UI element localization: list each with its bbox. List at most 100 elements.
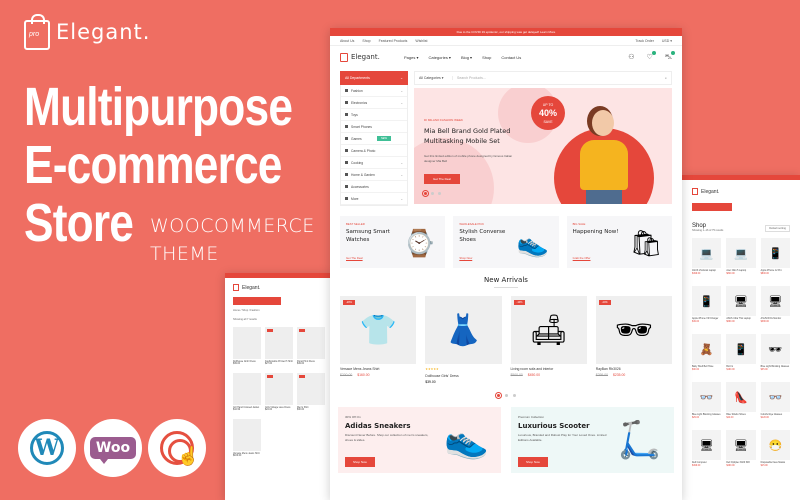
- product-image: [297, 327, 325, 359]
- sort-select[interactable]: Default sorting: [765, 225, 790, 232]
- product-card[interactable]: 👓 Colorful Eye Glasses $120.00: [760, 382, 790, 425]
- product-name[interactable]: Dollhouse Girls' Dress: [425, 374, 501, 378]
- product-card[interactable]: 👕 -20% Versace Mens Jeans Shirt $200.00 $160…: [340, 296, 417, 384]
- product-card[interactable]: 🛋 -10% Living room sofa and interior $500.0…: [510, 296, 587, 384]
- product-card[interactable]: 🖥 ASUS ROG Monitor $380.00: [760, 286, 790, 329]
- product-price: $690.00: [726, 321, 735, 324]
- department-item[interactable]: Camera & Photo: [341, 145, 407, 157]
- promo-link[interactable]: Shop Now: [459, 256, 472, 260]
- product-card[interactable]: 💻 ASUS Vivobook Laptop $499.00: [692, 238, 722, 281]
- product-price: $190.00: [726, 369, 735, 372]
- shop-now-button[interactable]: Shop Now: [518, 457, 548, 467]
- product-card[interactable]: 👠 Blue Stiletto Shoes $44.00: [726, 382, 756, 425]
- search-category-select[interactable]: All Categories ▾: [419, 76, 453, 80]
- util-link[interactable]: Track Order: [635, 39, 654, 43]
- subheadline-line-1: WOOCOMMERCE: [150, 215, 315, 237]
- product-image: 👠: [726, 382, 756, 412]
- product-name[interactable]: Versace Mens Jeans Shirt: [340, 367, 416, 371]
- product-name[interactable]: Living room sofa and interior: [511, 367, 587, 371]
- product-image[interactable]: 🕶 -20%: [595, 296, 672, 364]
- department-item[interactable]: Home & Garden ⌄: [341, 169, 407, 181]
- product-card[interactable]: 📱 BLU G $190.00: [726, 334, 756, 377]
- headline-line-1: Multipurpose: [24, 77, 293, 137]
- all-departments-button[interactable]: All Departments ⌄: [340, 71, 408, 85]
- product-card[interactable]: Girls Vintage Lace Dress $24.00: [265, 373, 293, 415]
- product-card[interactable]: 🖥 Dell Computer $499.00: [692, 430, 722, 473]
- promo-link[interactable]: Get The Deal: [346, 256, 363, 260]
- carousel-dot[interactable]: [504, 394, 508, 397]
- slider-dot[interactable]: [431, 192, 434, 195]
- product-card[interactable]: Men's Shirt $30.00: [297, 373, 325, 415]
- cart-icon[interactable]: ⛍: [665, 50, 676, 62]
- product-card[interactable]: Fashionable Printed T-Shirt $27.00: [265, 327, 293, 369]
- promo-cards: BEST SELLER Samsung Smart Watches Get The …: [330, 216, 682, 268]
- department-item[interactable]: Toys: [341, 109, 407, 121]
- product-card[interactable]: 🧸 Baby Shell Bell Hose $30.00: [692, 334, 722, 377]
- carousel-dot[interactable]: [512, 394, 516, 397]
- product-photo: 💻: [734, 247, 748, 260]
- product-card[interactable]: 📱 Apple iPhone 12 Pro $800.00: [760, 238, 790, 281]
- product-card[interactable]: Floral Print Dress $49.00: [297, 327, 325, 369]
- wishlist-icon[interactable]: ♡: [647, 50, 657, 62]
- product-card[interactable]: 💻 Acer Nitro 5 Laptop $820.00: [726, 238, 756, 281]
- search-icon[interactable]: ⌕: [665, 76, 667, 80]
- department-item[interactable]: More ⌄: [341, 193, 407, 205]
- department-item[interactable]: Accessories: [341, 181, 407, 193]
- product-name[interactable]: RayBan Rb3026: [596, 367, 672, 371]
- product-price: $499.00: [692, 465, 701, 468]
- banner-text: Discount Never Before. Shop our collecti…: [345, 433, 429, 442]
- util-link[interactable]: Featured Products: [379, 39, 408, 43]
- product-image[interactable]: 👕 -20%: [340, 296, 417, 364]
- search-input[interactable]: Search Products...: [457, 76, 665, 80]
- product-card[interactable]: 🖥 Dell Optiplex 3020 SFF $290.00: [726, 430, 756, 473]
- util-link[interactable]: Wishlist: [415, 39, 427, 43]
- util-link[interactable]: Shop: [362, 39, 370, 43]
- product-card[interactable]: Girl Hand Crossed Jacket $44.99: [233, 373, 261, 415]
- shop-now-button[interactable]: Shop Now: [345, 457, 375, 467]
- promo-card[interactable]: BIG SALE Happening Now! Grab the Offer 🛍: [566, 216, 672, 268]
- department-item[interactable]: Fashion ⌄: [341, 85, 407, 97]
- product-image: 👓: [692, 382, 722, 412]
- sale-badge: [299, 329, 305, 332]
- category-icon: [345, 125, 348, 128]
- product-image[interactable]: 🛋 -10%: [510, 296, 587, 364]
- department-item[interactable]: Cooking ⌄: [341, 157, 407, 169]
- logo[interactable]: Elegant.: [340, 52, 404, 62]
- util-link[interactable]: USD ▾: [662, 39, 672, 43]
- all-departments-button[interactable]: [233, 297, 281, 305]
- slider-dot[interactable]: [422, 190, 429, 197]
- product-image[interactable]: 👗: [425, 296, 502, 364]
- nav-item[interactable]: Contact Us: [501, 55, 521, 60]
- user-icon[interactable]: ⚇: [628, 53, 634, 62]
- nav-item[interactable]: Shop: [482, 55, 491, 60]
- product-photo: 🖥: [734, 295, 748, 308]
- discount-value: 40%: [538, 108, 557, 118]
- product-card[interactable]: 📱 Apple iPhone XR Charger $49.00: [692, 286, 722, 329]
- carousel-dot[interactable]: [494, 392, 502, 399]
- product-card[interactable]: Dollhouse Girls' Dress $39.00: [233, 327, 261, 369]
- product-card[interactable]: 👓 Blue Light Blocking Glasses $29.00: [692, 382, 722, 425]
- product-card[interactable]: 😷 Disposable Face Masks $15.00: [760, 430, 790, 473]
- nav-item[interactable]: Categories ▾: [428, 55, 450, 60]
- get-deal-button[interactable]: Get The Deal: [424, 174, 460, 184]
- promo-link[interactable]: Grab the Offer: [573, 256, 591, 260]
- nav-item[interactable]: Pages ▾: [404, 55, 418, 60]
- department-item[interactable]: Smart Phones: [341, 121, 407, 133]
- nav-item[interactable]: Blog ▾: [461, 55, 472, 60]
- department-item[interactable]: Electronics ⌄: [341, 97, 407, 109]
- product-card[interactable]: 🖥 ASUS Ultra Thin Laptop $690.00: [726, 286, 756, 329]
- product-price: $299.00 $235.00: [596, 373, 672, 377]
- promo-card[interactable]: WHOLESALE PICK Stylish Converse Shoes Shop…: [453, 216, 559, 268]
- product-card[interactable]: 👗 ★★★★★ Dollhouse Girls' Dress $39.00: [425, 296, 502, 384]
- product-card[interactable]: 🕶 -20% RayBan Rb3026 $299.00 $235.00: [595, 296, 672, 384]
- current-price: $39.00: [425, 380, 436, 384]
- all-departments-button[interactable]: [692, 203, 732, 211]
- util-link[interactable]: About Us: [340, 39, 354, 43]
- old-price: $200.00: [340, 373, 353, 377]
- promo-card[interactable]: BEST SELLER Samsung Smart Watches Get The …: [340, 216, 446, 268]
- product-price: $44.99: [233, 409, 241, 411]
- department-item[interactable]: Games NEW: [341, 133, 407, 145]
- product-card[interactable]: Versace Mens Jeans Shirt $160.00: [233, 419, 261, 461]
- product-card[interactable]: 🕶 Blue Light Blocking Glasses $35.00: [760, 334, 790, 377]
- slider-dot[interactable]: [438, 192, 441, 195]
